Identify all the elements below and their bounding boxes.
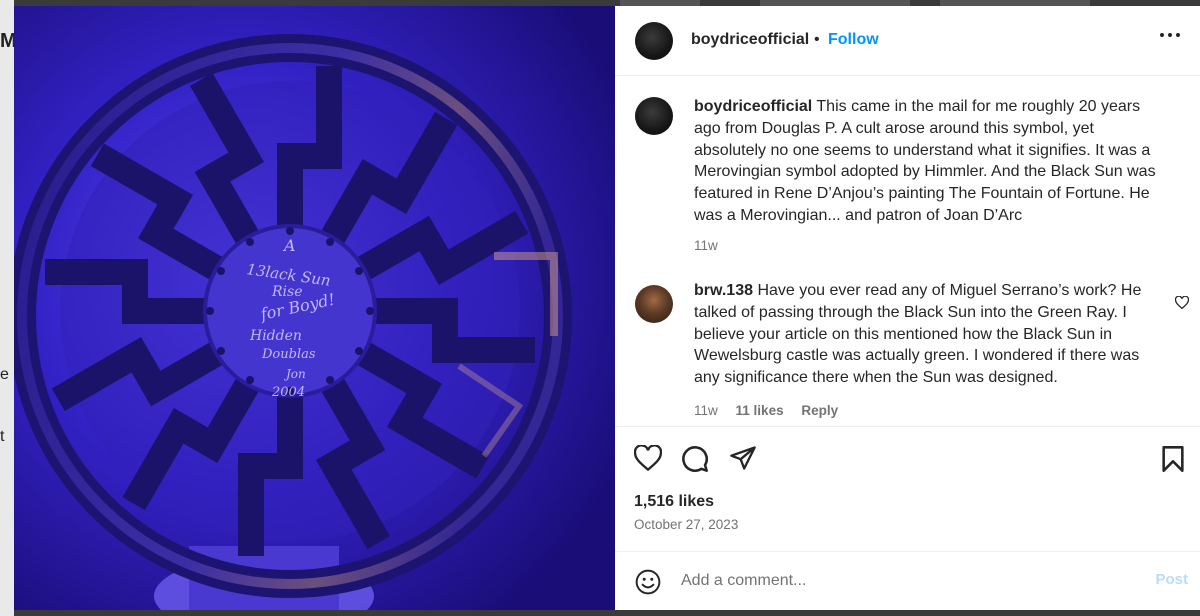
post-photo[interactable]: A 13lack Sun Rise for Boyd! Hidden Doubl… <box>14 6 615 610</box>
caption-time[interactable]: 11w <box>694 238 718 253</box>
handwriting-line: Hidden <box>249 328 302 344</box>
caption-author[interactable]: boydriceofficial <box>694 98 812 115</box>
comment-likes[interactable]: 11 likes <box>736 403 784 418</box>
small-heart-icon[interactable] <box>1175 296 1189 309</box>
comment: brw.138 Have you ever read any of Miguel… <box>694 280 1154 389</box>
background-page-edge: M e t <box>0 0 17 616</box>
edge-glyph: e <box>0 366 9 383</box>
black-sun-sculpture-image: A 13lack Sun Rise for Boyd! Hidden Doubl… <box>14 6 615 610</box>
comment-author[interactable]: brw.138 <box>694 282 753 299</box>
comment-input[interactable] <box>681 569 1141 593</box>
reply-button[interactable]: Reply <box>801 403 838 418</box>
handwriting-line: A <box>282 236 296 255</box>
handwriting-line: Jon <box>283 367 306 381</box>
post-actions: 1,516 likes October 27, 2023 <box>615 426 1200 551</box>
separator-dot: • <box>814 31 820 48</box>
comment-meta: 11w 11 likes Reply <box>694 403 852 418</box>
author-username[interactable]: boydriceofficial <box>691 31 809 49</box>
caption-meta: 11w <box>694 238 732 253</box>
post-date[interactable]: October 27, 2023 <box>634 517 738 532</box>
comment-time[interactable]: 11w <box>694 403 718 418</box>
post-details-panel: boydriceofficial • Follow boydriceoffici… <box>615 6 1200 610</box>
caption-text: This came in the mail for me roughly 20 … <box>694 98 1156 224</box>
author-avatar[interactable] <box>635 22 673 60</box>
caption: boydriceofficial This came in the mail f… <box>694 96 1164 227</box>
follow-button[interactable]: Follow <box>828 31 879 49</box>
emoji-icon[interactable] <box>635 569 661 595</box>
add-comment-bar: Post <box>615 551 1200 610</box>
likes-count[interactable]: 1,516 likes <box>634 493 714 511</box>
handwriting-line: 2004 <box>271 385 305 400</box>
more-options-icon[interactable] <box>1160 33 1182 39</box>
post-button[interactable]: Post <box>1155 571 1188 588</box>
caption-author-avatar[interactable] <box>635 97 673 135</box>
post-header: boydriceofficial • Follow <box>615 6 1200 76</box>
commenter-avatar[interactable] <box>635 285 673 323</box>
share-icon[interactable] <box>729 445 757 471</box>
comment-text: Have you ever read any of Miguel Serrano… <box>694 282 1142 387</box>
handwriting-line: Doublas <box>261 347 316 362</box>
heart-icon[interactable] <box>634 445 662 471</box>
comment-icon[interactable] <box>681 445 709 473</box>
bookmark-icon[interactable] <box>1161 445 1185 473</box>
comments-list: boydriceofficial This came in the mail f… <box>615 77 1200 427</box>
edge-glyph: t <box>0 428 5 445</box>
